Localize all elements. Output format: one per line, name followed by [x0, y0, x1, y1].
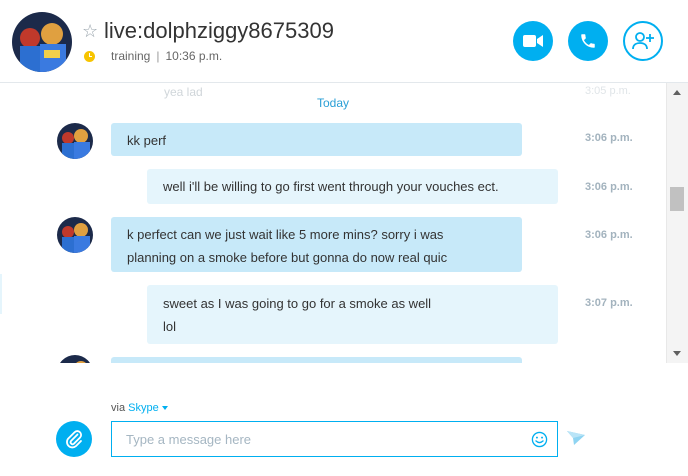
- scroll-up-icon[interactable]: [673, 90, 681, 95]
- message-timestamp: 3:07 p.m.: [585, 297, 633, 309]
- message-bubble[interactable]: well i'll be willing to go first went th…: [147, 169, 558, 204]
- paperclip-icon: [66, 430, 83, 449]
- message-text-line: sweet as I was going to go for a smoke a…: [163, 296, 432, 311]
- status-text: training: [111, 49, 151, 63]
- message-text-line: planning on a smoke before but gonna do …: [127, 250, 448, 265]
- message-text: kk perf: [127, 133, 167, 148]
- via-service[interactable]: Skype: [128, 402, 159, 414]
- scroll-thumb[interactable]: [670, 187, 684, 211]
- message-list[interactable]: yea lad 3:05 p.m. Today kk perf 3:06 p.m…: [0, 83, 666, 363]
- message-input[interactable]: [126, 430, 526, 448]
- message-bubble[interactable]: kk perf: [111, 123, 522, 156]
- smiley-icon[interactable]: [531, 431, 548, 448]
- date-divider: Today: [316, 96, 350, 110]
- message-bubble[interactable]: sweet as I was going to go for a smoke a…: [147, 285, 558, 344]
- local-time: 10:36 p.m.: [165, 49, 223, 63]
- message-text-line: k perfect can we just wait like 5 more m…: [127, 227, 444, 242]
- video-camera-icon: [523, 35, 543, 47]
- add-people-button[interactable]: [623, 21, 663, 61]
- audio-call-button[interactable]: [568, 21, 608, 61]
- message-timestamp: 3:06 p.m.: [585, 181, 633, 193]
- chevron-down-icon[interactable]: [161, 406, 168, 411]
- star-icon[interactable]: ☆: [82, 21, 98, 41]
- add-user-icon: [632, 32, 654, 50]
- phone-icon: [581, 34, 595, 48]
- via-selector[interactable]: via Skype: [111, 402, 168, 414]
- message-text: well i'll be willing to go first went th…: [163, 179, 499, 194]
- message-text-line: lol: [163, 319, 177, 334]
- conversation-header: ☆ live:dolphziggy8675309 training | 10:3…: [0, 0, 688, 83]
- message-avatar[interactable]: [57, 355, 93, 363]
- message-timestamp: 3:06 p.m.: [585, 132, 633, 144]
- scroll-down-icon[interactable]: [673, 351, 681, 356]
- message-avatar[interactable]: [57, 217, 93, 253]
- status-separator: |: [156, 49, 160, 63]
- video-call-button[interactable]: [513, 21, 553, 61]
- message-timestamp: 3:06 p.m.: [585, 229, 633, 241]
- contact-avatar[interactable]: [12, 12, 72, 72]
- message-avatar[interactable]: [57, 123, 93, 159]
- via-label: via: [111, 402, 126, 414]
- status-row: training | 10:36 p.m.: [84, 49, 222, 63]
- window-edge: [0, 274, 2, 314]
- clock-icon: [84, 50, 95, 62]
- message-scrollbar[interactable]: [666, 83, 688, 363]
- send-arrow-icon[interactable]: [567, 430, 585, 446]
- message-bubble[interactable]: k perfect can we just wait like 5 more m…: [111, 217, 522, 272]
- attach-button[interactable]: [56, 421, 92, 457]
- contact-name[interactable]: live:dolphziggy8675309: [104, 18, 334, 44]
- message-composer[interactable]: [111, 421, 558, 457]
- message-bubble-partial[interactable]: [111, 357, 522, 363]
